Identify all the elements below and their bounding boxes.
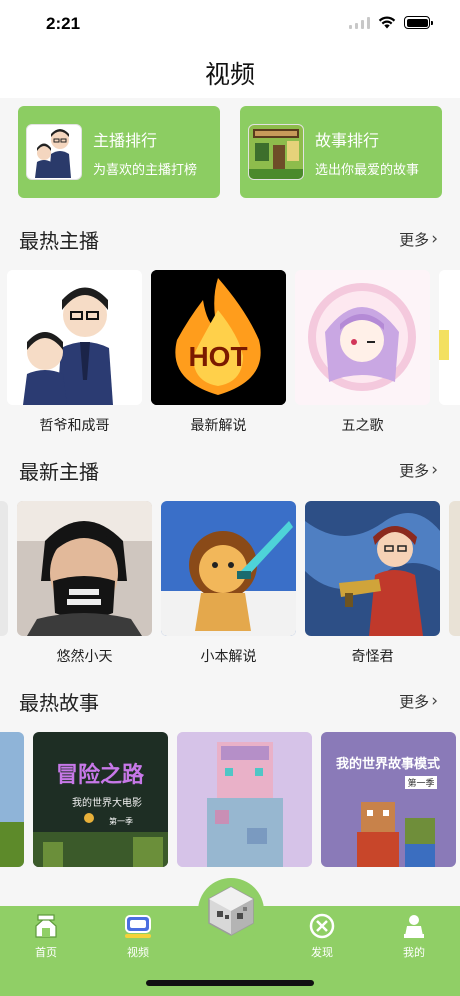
hot-badge: HOT xyxy=(188,341,247,372)
anchor-name: 小本解说 xyxy=(200,649,257,665)
story-card[interactable]: 冒险之路 我的世界大电影 第一季 xyxy=(33,732,168,897)
hot-stories-list[interactable]: 冒险之路 我的世界大电影 第一季 我的世界故事模式 第一季 xyxy=(0,732,460,897)
hot-anchors-list[interactable]: 哲爷和成哥 HOT 最新解说 五之歌 xyxy=(0,270,460,435)
status-time: 2:21 xyxy=(46,14,81,33)
center-tab-button[interactable] xyxy=(198,878,264,944)
hot-anchors-more-link[interactable]: 更多 › xyxy=(399,229,438,250)
section-title: 最热故事 xyxy=(19,690,99,715)
anchor-name: 最新解说 xyxy=(190,418,247,434)
anchor-card[interactable]: 奇怪君 xyxy=(305,501,440,666)
section-title: 最新主播 xyxy=(19,459,99,484)
story-poster-title: 冒险之路 xyxy=(56,762,145,788)
page-title: 视频 xyxy=(204,60,255,89)
tab-label: 我的 xyxy=(403,946,425,959)
anchor-card[interactable]: 哲爷和成哥 xyxy=(7,270,142,435)
anchor-card[interactable] xyxy=(0,501,8,666)
compass-icon xyxy=(306,910,338,942)
rank-title: 主播排行 xyxy=(93,130,158,150)
tab-label: 发现 xyxy=(311,946,333,959)
anchor-card[interactable]: HOT 最新解说 xyxy=(151,270,286,435)
anchor-avatar: HOT xyxy=(151,270,286,405)
home-icon xyxy=(30,910,62,942)
anchor-rank-thumbnail xyxy=(26,124,82,180)
anchor-card[interactable]: 悠然小天 xyxy=(17,501,152,666)
tab-label: 首页 xyxy=(35,946,57,959)
anchor-avatar xyxy=(305,501,440,636)
story-poster-tag: 第一季 xyxy=(407,777,434,789)
anchor-rank-card[interactable]: 主播排行 为喜欢的主播打榜 xyxy=(18,106,220,198)
center-minecraft-icon xyxy=(208,886,254,936)
hot-stories-more-link[interactable]: 更多 › xyxy=(399,691,438,712)
rank-row: 主播排行 为喜欢的主播打榜 故事排行 选出你最爱的故事 xyxy=(0,98,460,198)
story-poster-subtitle: 我的世界大电影 xyxy=(72,796,142,809)
story-cover: 冒险之路 我的世界大电影 第一季 xyxy=(33,732,168,867)
story-cover xyxy=(177,732,312,867)
new-anchors-list[interactable]: 悠然小天 小本解说 奇怪君 xyxy=(0,501,460,666)
chevron-right-icon: › xyxy=(431,460,438,480)
anchor-name: 奇怪君 xyxy=(351,649,394,665)
anchor-card[interactable]: 小本解说 xyxy=(161,501,296,666)
rank-subtitle: 选出你最爱的故事 xyxy=(315,162,420,178)
story-poster-title: 我的世界故事模式 xyxy=(336,756,440,772)
new-anchors-header: 最新主播 更多 › xyxy=(0,447,460,493)
anchor-avatar xyxy=(161,501,296,636)
story-card[interactable] xyxy=(177,732,312,897)
anchor-avatar xyxy=(295,270,430,405)
anchor-avatar xyxy=(17,501,152,636)
tab-home[interactable]: 首页 xyxy=(16,910,76,996)
anchor-name: 悠然小天 xyxy=(56,649,113,665)
profile-icon xyxy=(398,910,430,942)
chevron-right-icon: › xyxy=(431,691,438,711)
story-poster-tag: 第一季 xyxy=(109,816,133,826)
anchor-card[interactable] xyxy=(449,501,460,666)
anchor-card[interactable]: 五之歌 xyxy=(295,270,430,435)
more-label: 更多 xyxy=(399,692,430,711)
story-card[interactable] xyxy=(0,732,24,897)
new-anchors-more-link[interactable]: 更多 › xyxy=(399,460,438,481)
status-bar: 2:21 xyxy=(0,0,460,48)
anchor-name: 五之歌 xyxy=(341,418,384,434)
story-cover xyxy=(0,732,24,867)
anchor-card[interactable]: 翔 xyxy=(439,270,460,435)
more-label: 更多 xyxy=(399,461,430,480)
battery-icon xyxy=(404,16,433,29)
story-cover: 我的世界故事模式 第一季 xyxy=(321,732,456,867)
section-title: 最热主播 xyxy=(19,228,99,253)
tab-profile[interactable]: 我的 xyxy=(384,910,444,996)
status-icons xyxy=(349,16,433,29)
story-rank-card[interactable]: 故事排行 选出你最爱的故事 xyxy=(240,106,442,198)
home-indicator xyxy=(146,980,314,986)
more-label: 更多 xyxy=(399,230,430,249)
hot-anchors-header: 最热主播 更多 › xyxy=(0,216,460,262)
anchor-avatar xyxy=(439,270,460,405)
wifi-icon xyxy=(378,16,396,29)
rank-subtitle: 为喜欢的主播打榜 xyxy=(93,162,198,178)
tab-label: 视频 xyxy=(127,946,149,959)
main-content[interactable]: 主播排行 为喜欢的主播打榜 故事排行 选出你最爱的故事 最热主播 更多 › 哲爷… xyxy=(0,98,460,906)
anchor-name: 哲爷和成哥 xyxy=(39,418,110,434)
story-rank-thumbnail xyxy=(248,124,304,180)
anchor-avatar xyxy=(0,501,8,636)
anchor-avatar xyxy=(7,270,142,405)
hot-stories-header: 最热故事 更多 › xyxy=(0,678,460,724)
story-card[interactable]: 我的世界故事模式 第一季 xyxy=(321,732,456,897)
video-icon xyxy=(122,910,154,942)
signal-icon xyxy=(349,16,370,29)
rank-title: 故事排行 xyxy=(315,130,380,150)
nav-bar: 视频 xyxy=(0,48,460,98)
chevron-right-icon: › xyxy=(431,229,438,249)
anchor-avatar xyxy=(449,501,460,636)
